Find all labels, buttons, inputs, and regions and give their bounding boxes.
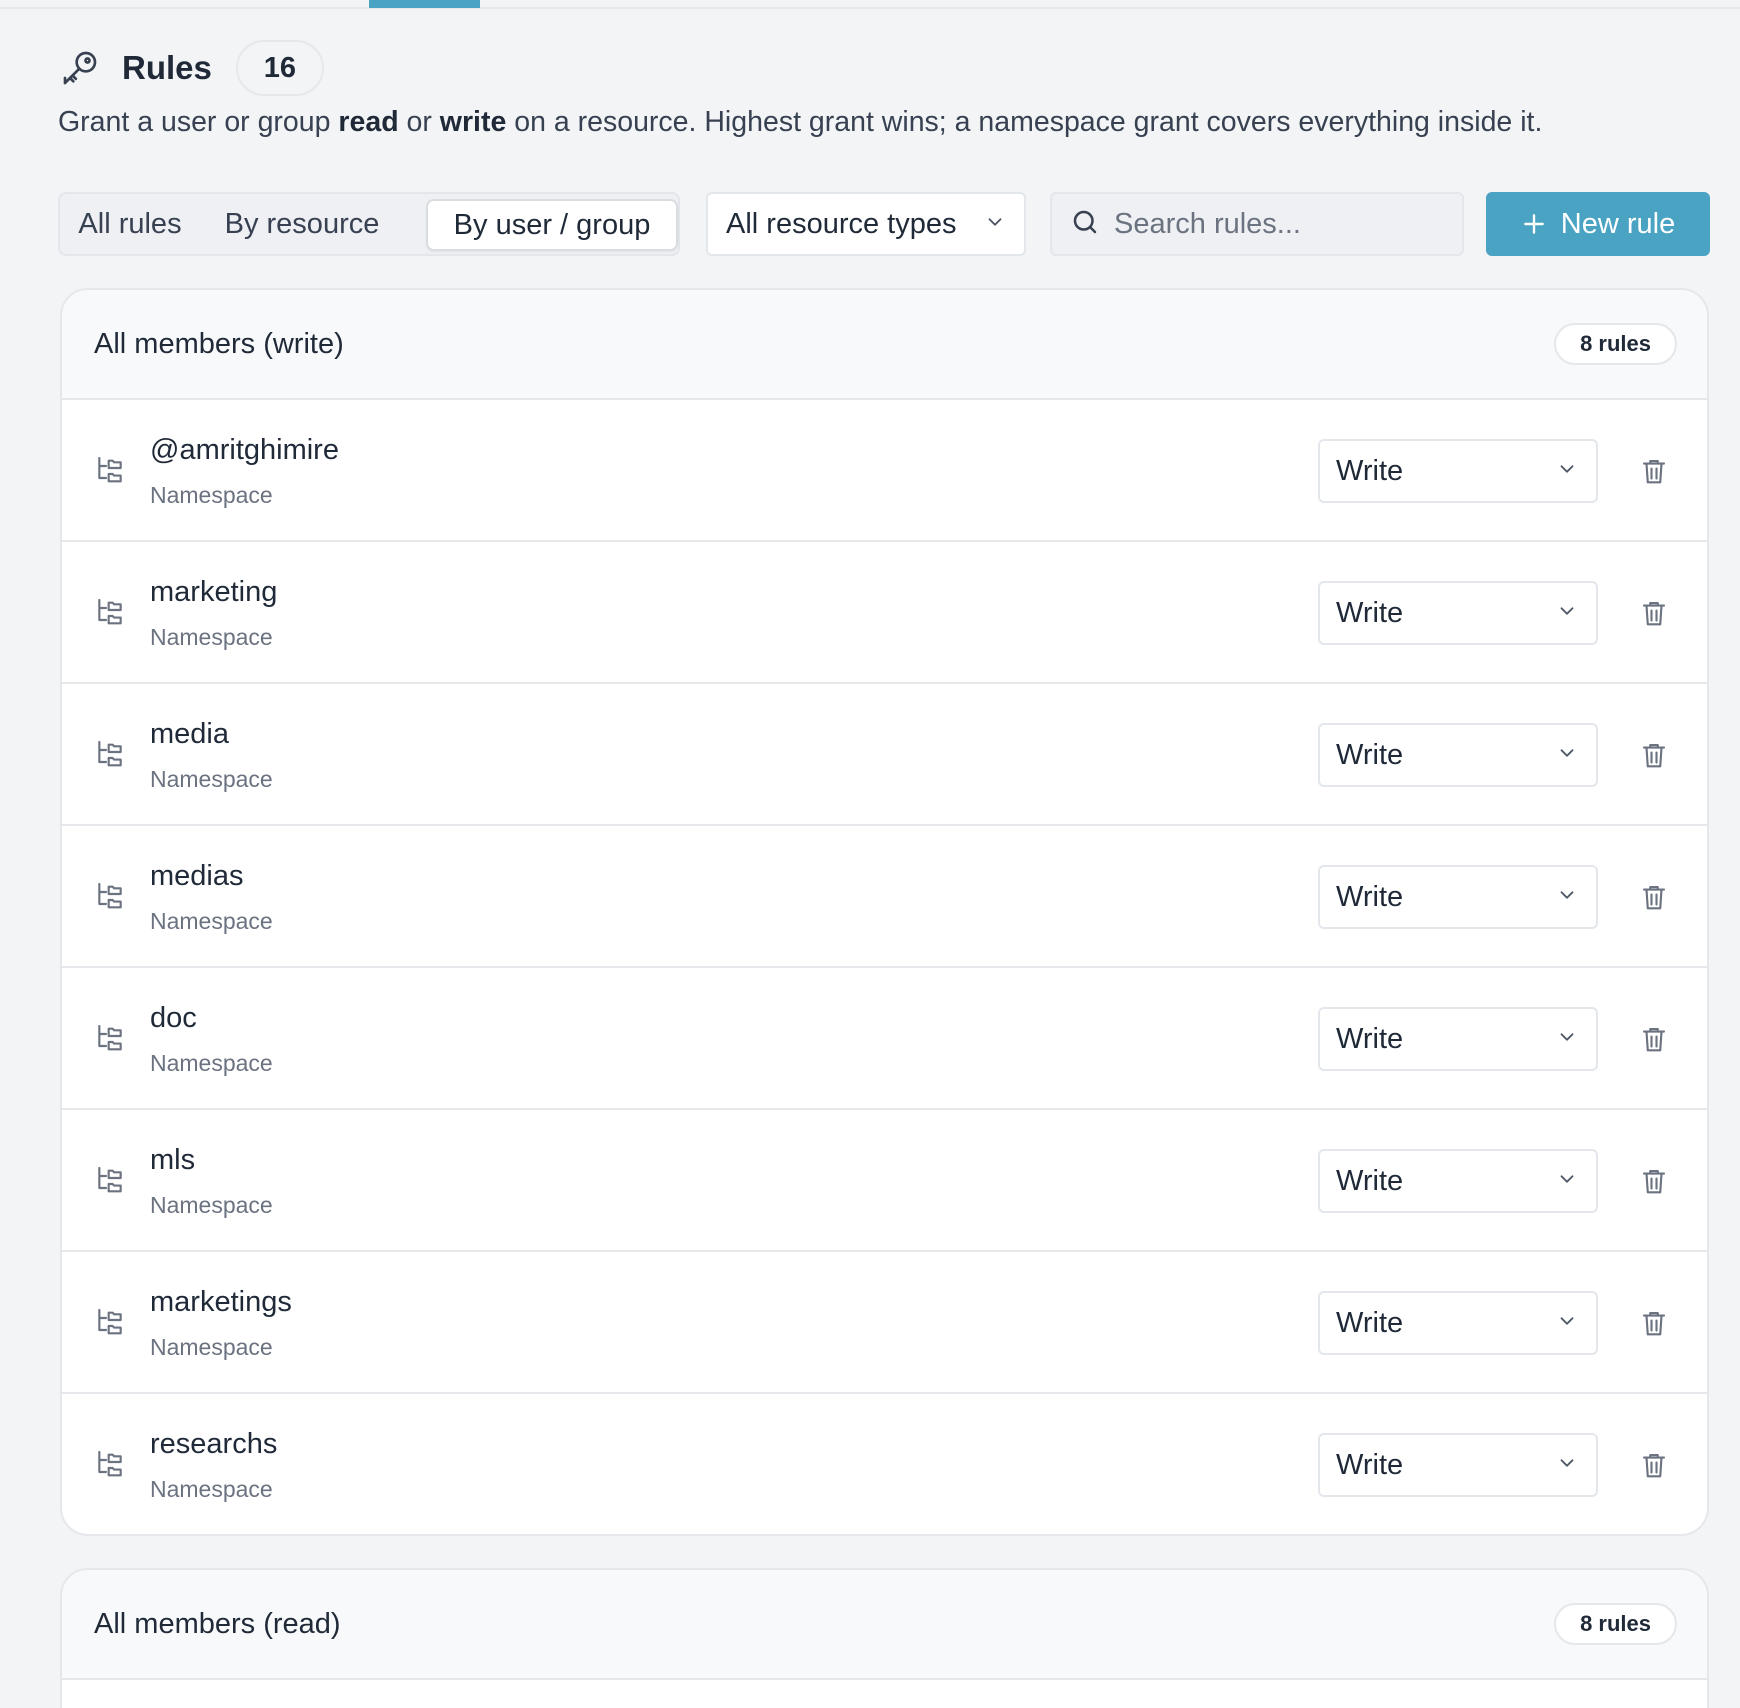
rule-resource-name: @amritghimire <box>150 434 339 466</box>
chevron-down-icon <box>1556 1307 1578 1340</box>
description-text-2: or <box>398 106 440 138</box>
description-text-3: on a resource. Highest grant wins; a nam… <box>506 106 1543 138</box>
rule-row: doc Namespace Write <box>62 968 1707 1110</box>
permission-value: Write <box>1336 880 1404 913</box>
view-segmented-control: All rules By resource By user / group <box>58 192 680 256</box>
chevron-down-icon <box>1556 597 1578 630</box>
namespace-tree-icon <box>94 454 126 486</box>
rule-resource-name: marketings <box>150 1286 292 1318</box>
rule-resource-type: Namespace <box>150 482 273 508</box>
rule-resource-type: Namespace <box>150 1334 273 1360</box>
rule-resource-type: Namespace <box>150 1192 273 1218</box>
group-title: All members (write) <box>94 327 344 360</box>
namespace-tree-icon <box>94 738 126 770</box>
trash-icon[interactable] <box>1636 879 1672 915</box>
chevron-down-icon <box>1556 1023 1578 1056</box>
permission-select[interactable]: Write <box>1318 581 1598 645</box>
group-card-read: All members (read) 8 rules <box>60 1568 1709 1708</box>
group-title: All members (read) <box>94 1607 341 1640</box>
resource-type-select[interactable]: All resource types <box>706 192 1026 256</box>
trash-icon[interactable] <box>1636 1021 1672 1057</box>
description-write: write <box>439 106 507 138</box>
chevron-down-icon <box>1556 739 1578 772</box>
rule-row: mls Namespace Write <box>62 1110 1707 1252</box>
search-input[interactable] <box>1114 207 1454 241</box>
rule-resource-name: marketing <box>150 576 278 608</box>
rules-list: @amritghimire Namespace Write marketing … <box>62 400 1707 1534</box>
page-description: Grant a user or group read or write on a… <box>58 106 1542 139</box>
tab-by-user-group[interactable]: By user / group <box>426 199 678 251</box>
resource-type-value: All resource types <box>726 207 957 240</box>
rule-row: researchs Namespace Write <box>62 1394 1707 1534</box>
rule-resource-type: Namespace <box>150 1050 273 1076</box>
rules-count-badge: 16 <box>235 40 324 96</box>
namespace-tree-icon <box>94 880 126 912</box>
group-header: All members (read) 8 rules <box>62 1570 1707 1680</box>
permission-value: Write <box>1336 454 1404 487</box>
rule-row: marketing Namespace Write <box>62 542 1707 684</box>
namespace-tree-icon <box>94 596 126 628</box>
new-rule-label: New rule <box>1560 207 1676 240</box>
rule-row: media Namespace Write <box>62 684 1707 826</box>
permission-value: Write <box>1336 596 1404 629</box>
new-rule-button[interactable]: New rule <box>1486 192 1710 256</box>
permission-select[interactable]: Write <box>1318 1007 1598 1071</box>
permission-value: Write <box>1336 1448 1404 1481</box>
permission-select[interactable]: Write <box>1318 1291 1598 1355</box>
permission-select[interactable]: Write <box>1318 865 1598 929</box>
trash-icon[interactable] <box>1636 1305 1672 1341</box>
namespace-tree-icon <box>94 1448 126 1480</box>
chevron-down-icon <box>984 208 1006 241</box>
group-rules-badge: 8 rules <box>1554 1603 1677 1645</box>
permission-select[interactable]: Write <box>1318 1433 1598 1497</box>
trash-icon[interactable] <box>1636 737 1672 773</box>
chevron-down-icon <box>1556 1449 1578 1482</box>
description-read: read <box>338 106 399 138</box>
search-box <box>1050 192 1464 256</box>
group-card-write: All members (write) 8 rules @amritghimir… <box>60 288 1709 1536</box>
chevron-down-icon <box>1556 1165 1578 1198</box>
tab-all-rules[interactable]: All rules <box>74 194 186 254</box>
trash-icon[interactable] <box>1636 1447 1672 1483</box>
plus-icon <box>1521 211 1547 237</box>
key-icon <box>58 46 102 90</box>
rule-resource-type: Namespace <box>150 908 273 934</box>
rules-page: Rules 16 Grant a user or group read or w… <box>0 0 1740 1708</box>
permission-select[interactable]: Write <box>1318 723 1598 787</box>
permission-value: Write <box>1336 738 1404 771</box>
top-tab-bar <box>0 0 1740 9</box>
rule-resource-name: researchs <box>150 1428 278 1460</box>
rule-resource-name: doc <box>150 1002 197 1034</box>
description-text-1: Grant a user or group <box>58 106 339 138</box>
trash-icon[interactable] <box>1636 595 1672 631</box>
rule-row: @amritghimire Namespace Write <box>62 400 1707 542</box>
permission-value: Write <box>1336 1164 1404 1197</box>
permission-select[interactable]: Write <box>1318 1149 1598 1213</box>
active-tab-indicator <box>369 0 480 8</box>
page-header: Rules 16 <box>58 40 324 96</box>
rule-resource-name: medias <box>150 860 244 892</box>
namespace-tree-icon <box>94 1306 126 1338</box>
permission-value: Write <box>1336 1022 1404 1055</box>
trash-icon[interactable] <box>1636 453 1672 489</box>
chevron-down-icon <box>1556 455 1578 488</box>
rule-row: marketings Namespace Write <box>62 1252 1707 1394</box>
trash-icon[interactable] <box>1636 1163 1672 1199</box>
page-title: Rules <box>122 49 212 86</box>
rule-resource-type: Namespace <box>150 1476 273 1502</box>
namespace-tree-icon <box>94 1022 126 1054</box>
tab-by-resource[interactable]: By resource <box>210 194 394 254</box>
permission-select[interactable]: Write <box>1318 439 1598 503</box>
rule-resource-type: Namespace <box>150 766 273 792</box>
namespace-tree-icon <box>94 1164 126 1196</box>
rule-row: medias Namespace Write <box>62 826 1707 968</box>
rule-resource-type: Namespace <box>150 624 273 650</box>
group-rules-badge: 8 rules <box>1554 323 1677 365</box>
search-icon <box>1070 207 1100 242</box>
permission-value: Write <box>1336 1306 1404 1339</box>
chevron-down-icon <box>1556 881 1578 914</box>
rule-resource-name: mls <box>150 1144 196 1176</box>
rule-resource-name: media <box>150 718 229 750</box>
group-header: All members (write) 8 rules <box>62 290 1707 400</box>
